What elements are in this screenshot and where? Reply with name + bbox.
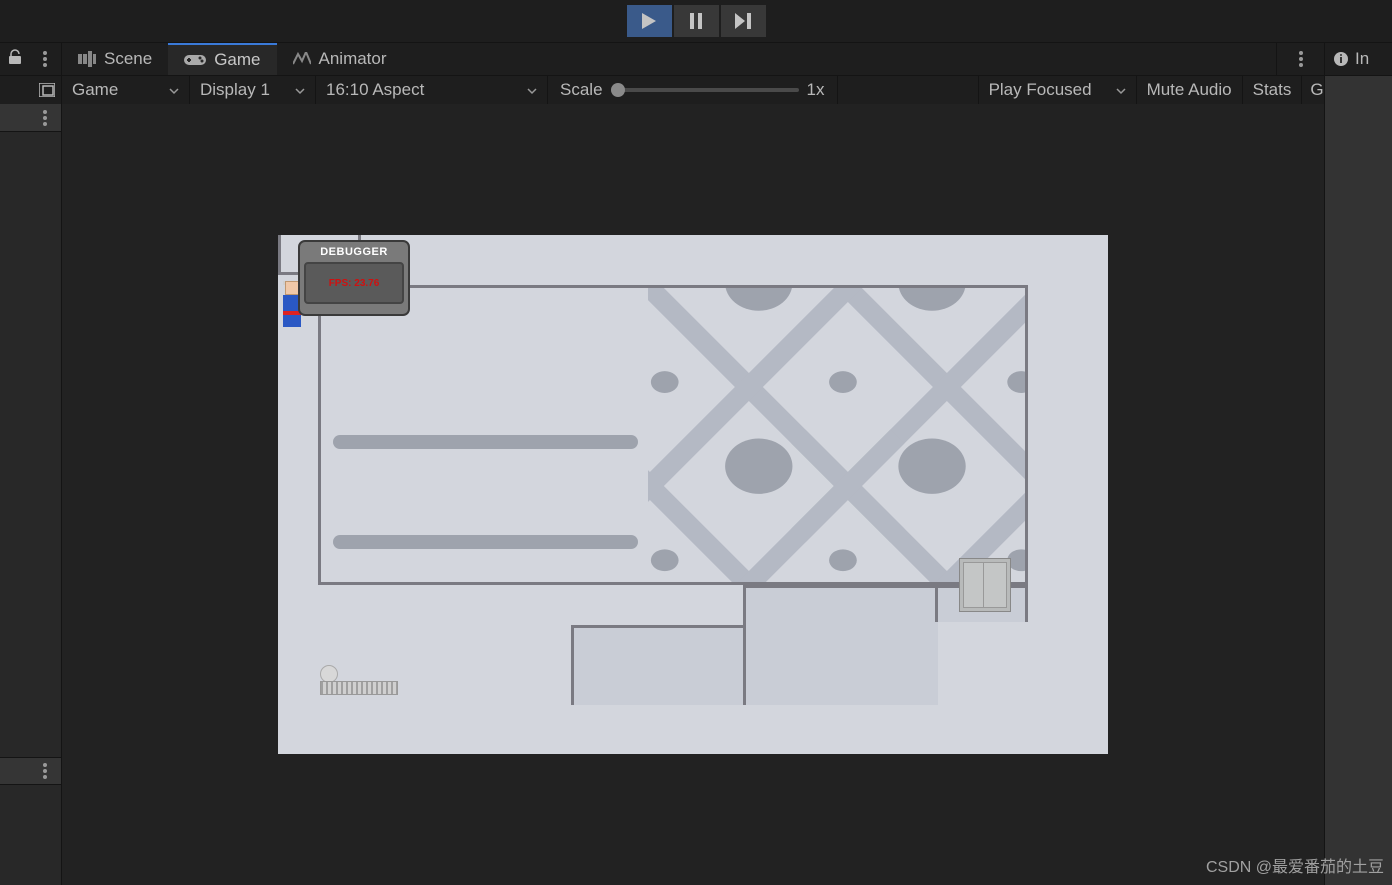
chevron-down-icon (169, 80, 179, 100)
tab-label: Scene (104, 49, 152, 69)
scene-icon (78, 51, 96, 67)
tab-label: Animator (319, 49, 387, 69)
cabinet-sprite (959, 558, 1011, 612)
kebab-icon (37, 110, 53, 126)
chevron-down-icon (295, 80, 305, 100)
mute-audio-toggle[interactable]: Mute Audio (1137, 76, 1243, 104)
gamepad-icon (184, 53, 206, 67)
panel-header-menu[interactable] (0, 104, 61, 132)
platform (571, 625, 746, 705)
play-button[interactable] (627, 5, 672, 37)
game-viewport[interactable]: DEBUGGER FPS: 23.76 (278, 235, 1108, 754)
display-dropdown[interactable]: Display 1 (190, 76, 316, 104)
aspect-dropdown[interactable]: 16:10 Aspect (316, 76, 548, 104)
panel-lower-menu[interactable] (0, 757, 61, 785)
inspector-body (1324, 76, 1392, 885)
inspector-tab-partial[interactable]: In (1324, 43, 1392, 75)
tab-label: Game (214, 50, 260, 70)
kebab-icon (1293, 51, 1309, 67)
tab-scene[interactable]: Scene (62, 43, 168, 75)
kebab-icon (37, 763, 53, 779)
dropdown-value: Game (72, 80, 118, 100)
wall-stripe (333, 535, 638, 549)
maximize-icon (39, 83, 55, 97)
platform (743, 585, 938, 705)
chevron-down-icon (527, 80, 537, 100)
maximize-toggle[interactable] (0, 76, 62, 104)
animator-icon (293, 52, 311, 66)
debugger-title: DEBUGGER (304, 246, 404, 258)
tab-game[interactable]: Game (168, 43, 276, 75)
playback-controls (626, 5, 767, 37)
step-button[interactable] (721, 5, 766, 37)
dropdown-value: 16:10 Aspect (326, 80, 424, 100)
dropdown-value: Play Focused (989, 80, 1092, 100)
hierarchy-collapsed (0, 104, 62, 885)
play-mode-dropdown[interactable]: Play Focused (979, 76, 1137, 104)
debugger-panel: DEBUGGER FPS: 23.76 (298, 240, 410, 316)
debugger-body: FPS: 23.76 (304, 262, 404, 304)
kebab-icon[interactable] (37, 51, 53, 67)
tab-animator[interactable]: Animator (277, 43, 403, 75)
lock-icon[interactable] (8, 49, 22, 70)
scale-slider[interactable] (611, 88, 799, 92)
tabs-row: Scene Game Animator In (0, 42, 1392, 76)
dropdown-value: Display 1 (200, 80, 270, 100)
scale-value: 1x (807, 80, 825, 100)
dock-controls-left (0, 43, 62, 75)
game-view-dropdown[interactable]: Game (62, 76, 190, 104)
scale-control: Scale 1x (548, 76, 838, 104)
fps-counter: FPS: 23.76 (329, 278, 380, 289)
spacer (838, 76, 979, 104)
game-viewport-container: DEBUGGER FPS: 23.76 (62, 104, 1324, 885)
chevron-down-icon (1116, 80, 1126, 100)
watermark: CSDN @最爱番茄的土豆 (1206, 853, 1384, 877)
wall-stripe (333, 435, 638, 449)
pause-button[interactable] (674, 5, 719, 37)
bed-sprite (320, 675, 398, 697)
scale-label: Scale (560, 80, 603, 100)
info-icon (1333, 51, 1349, 67)
inspector-label-partial: In (1355, 49, 1369, 69)
tabs-menu[interactable] (1276, 43, 1324, 75)
game-toolbar: Game Display 1 16:10 Aspect Scale 1x Pla… (0, 76, 1392, 104)
top-toolbar (0, 0, 1392, 42)
stats-toggle[interactable]: Stats (1243, 76, 1303, 104)
